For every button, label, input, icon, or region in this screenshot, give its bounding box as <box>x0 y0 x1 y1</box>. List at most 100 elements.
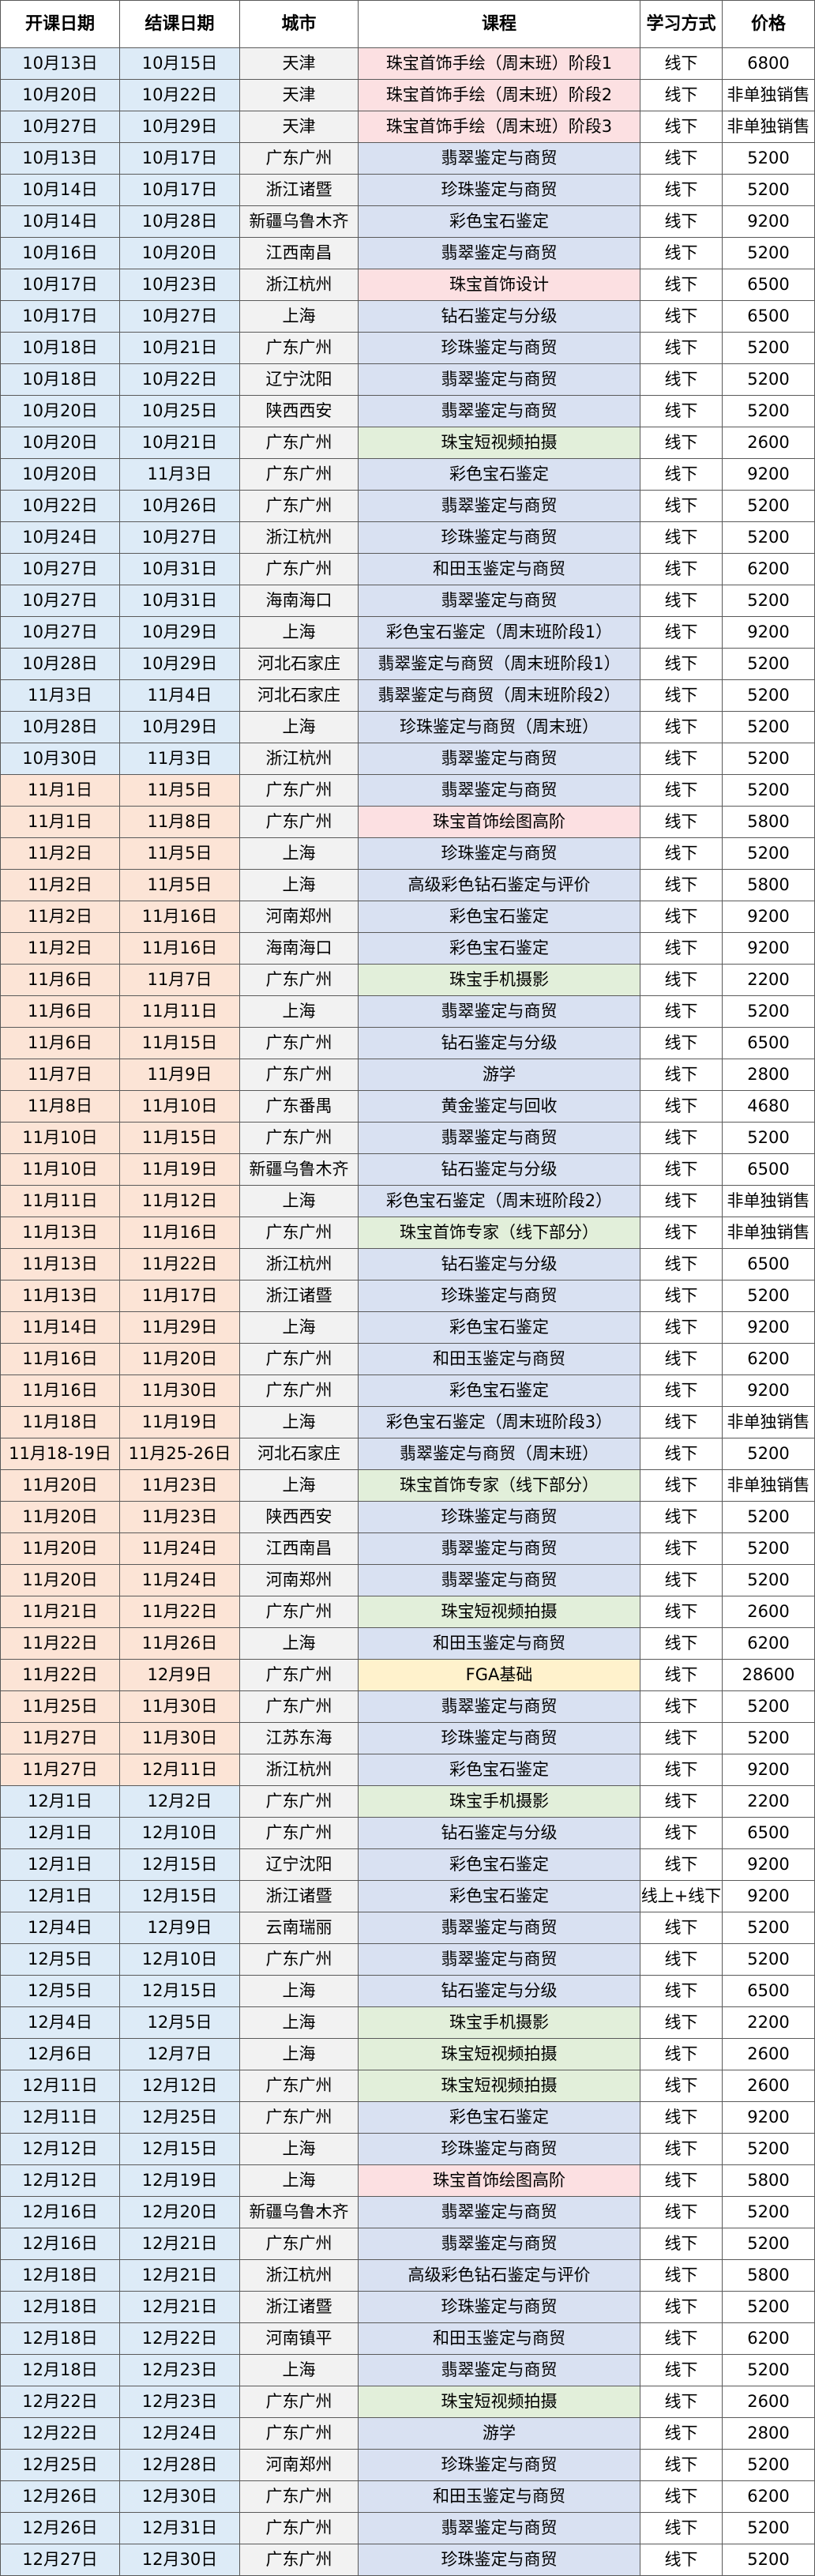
header-course: 课程 <box>359 0 640 48</box>
course-cell: 和田玉鉴定与商贸 <box>359 1344 640 1375</box>
end-date-cell: 12月12日 <box>120 2070 240 2102</box>
city-cell: 天津 <box>240 48 359 80</box>
table-row: 10月27日 10月29日 上海 彩色宝石鉴定（周末班阶段1） 线下 9200 <box>0 617 815 649</box>
table-row: 12月18日 12月21日 浙江诸暨 珍珠鉴定与商贸 线下 5200 <box>0 2292 815 2323</box>
price-cell: 5200 <box>723 2450 815 2481</box>
table-row: 12月16日 12月20日 新疆乌鲁木齐 翡翠鉴定与商贸 线下 5200 <box>0 2197 815 2228</box>
price-cell: 2600 <box>723 1596 815 1628</box>
course-cell: 翡翠鉴定与商贸 <box>359 1123 640 1154</box>
city-cell: 广东广州 <box>240 965 359 996</box>
start-date-cell: 12月12日 <box>0 2134 120 2165</box>
price-cell: 非单独销售 <box>723 1217 815 1249</box>
study-mode-cell: 线下 <box>640 1375 723 1407</box>
price-cell: 非单独销售 <box>723 80 815 111</box>
course-cell: 珠宝手机摄影 <box>359 965 640 996</box>
end-date-cell: 10月29日 <box>120 111 240 143</box>
end-date-cell: 11月16日 <box>120 933 240 965</box>
start-date-cell: 10月18日 <box>0 364 120 396</box>
table-row: 11月14日 11月29日 上海 彩色宝石鉴定 线下 9200 <box>0 1312 815 1344</box>
table-row: 11月20日 11月24日 河南郑州 翡翠鉴定与商贸 线下 5200 <box>0 1565 815 1596</box>
city-cell: 广东广州 <box>240 1660 359 1691</box>
end-date-cell: 10月26日 <box>120 491 240 522</box>
course-cell: 珠宝短视频拍摄 <box>359 2070 640 2102</box>
city-cell: 广东广州 <box>240 2070 359 2102</box>
course-cell: 珠宝首饰专家（线下部分） <box>359 1470 640 1502</box>
table-row: 10月20日 10月21日 广东广州 珠宝短视频拍摄 线下 2600 <box>0 427 815 459</box>
start-date-cell: 12月26日 <box>0 2481 120 2513</box>
end-date-cell: 11月22日 <box>120 1249 240 1280</box>
table-row: 10月28日 10月29日 河北石家庄 翡翠鉴定与商贸（周末班阶段1） 线下 5200 <box>0 649 815 680</box>
start-date-cell: 11月22日 <box>0 1660 120 1691</box>
table-row: 11月21日 11月22日 广东广州 珠宝短视频拍摄 线下 2600 <box>0 1596 815 1628</box>
course-cell: 翡翠鉴定与商贸 <box>359 1944 640 1976</box>
price-cell: 5800 <box>723 2165 815 2197</box>
course-cell: FGA基础 <box>359 1660 640 1691</box>
start-date-cell: 11月14日 <box>0 1312 120 1344</box>
end-date-cell: 11月30日 <box>120 1691 240 1723</box>
study-mode-cell: 线下 <box>640 1091 723 1123</box>
course-cell: 钻石鉴定与分级 <box>359 1976 640 2007</box>
price-cell: 9200 <box>723 1312 815 1344</box>
table-row: 10月22日 10月26日 广东广州 翡翠鉴定与商贸 线下 5200 <box>0 491 815 522</box>
city-cell: 辽宁沈阳 <box>240 364 359 396</box>
course-cell: 珍珠鉴定与商贸 <box>359 175 640 206</box>
course-cell: 珍珠鉴定与商贸 <box>359 333 640 364</box>
table-row: 12月22日 12月23日 广东广州 珠宝短视频拍摄 线下 2600 <box>0 2386 815 2418</box>
course-cell: 翡翠鉴定与商贸 <box>359 1565 640 1596</box>
city-cell: 广东广州 <box>240 1344 359 1375</box>
start-date-cell: 12月5日 <box>0 1944 120 1976</box>
course-cell: 翡翠鉴定与商贸 <box>359 1912 640 1944</box>
end-date-cell: 11月3日 <box>120 459 240 491</box>
start-date-cell: 12月1日 <box>0 1818 120 1849</box>
table-row: 11月13日 11月22日 浙江杭州 钻石鉴定与分级 线下 6500 <box>0 1249 815 1280</box>
study-mode-cell: 线下 <box>640 459 723 491</box>
price-cell: 6500 <box>723 301 815 333</box>
study-mode-cell: 线下 <box>640 301 723 333</box>
course-cell: 钻石鉴定与分级 <box>359 301 640 333</box>
start-date-cell: 10月24日 <box>0 522 120 554</box>
study-mode-cell: 线下 <box>640 2323 723 2355</box>
course-cell: 高级彩色钻石鉴定与评价 <box>359 870 640 901</box>
start-date-cell: 11月25日 <box>0 1691 120 1723</box>
table-row: 12月6日 12月7日 上海 珠宝短视频拍摄 线下 2600 <box>0 2039 815 2070</box>
city-cell: 广东广州 <box>240 1944 359 1976</box>
price-cell: 5200 <box>723 1123 815 1154</box>
city-cell: 广东广州 <box>240 2102 359 2134</box>
table-row: 12月16日 12月21日 广东广州 翡翠鉴定与商贸 线下 5200 <box>0 2228 815 2260</box>
city-cell: 上海 <box>240 2355 359 2386</box>
start-date-cell: 12月16日 <box>0 2197 120 2228</box>
table-row: 10月13日 10月15日 天津 珠宝首饰手绘（周末班）阶段1 线下 6800 <box>0 48 815 80</box>
price-cell: 5200 <box>723 333 815 364</box>
end-date-cell: 11月16日 <box>120 901 240 933</box>
price-cell: 5200 <box>723 522 815 554</box>
city-cell: 广东广州 <box>240 143 359 175</box>
price-cell: 5200 <box>723 1280 815 1312</box>
start-date-cell: 11月20日 <box>0 1502 120 1533</box>
start-date-cell: 12月27日 <box>0 2544 120 2576</box>
start-date-cell: 11月13日 <box>0 1217 120 1249</box>
city-cell: 河南郑州 <box>240 2450 359 2481</box>
city-cell: 广东广州 <box>240 427 359 459</box>
end-date-cell: 12月21日 <box>120 2292 240 2323</box>
end-date-cell: 11月5日 <box>120 775 240 807</box>
start-date-cell: 11月7日 <box>0 1059 120 1091</box>
study-mode-cell: 线下 <box>640 1944 723 1976</box>
start-date-cell: 11月16日 <box>0 1344 120 1375</box>
price-cell: 2800 <box>723 1059 815 1091</box>
start-date-cell: 12月5日 <box>0 1976 120 2007</box>
course-cell: 彩色宝石鉴定 <box>359 901 640 933</box>
header-price: 价格 <box>723 0 815 48</box>
start-date-cell: 10月20日 <box>0 396 120 427</box>
end-date-cell: 10月27日 <box>120 522 240 554</box>
end-date-cell: 11月11日 <box>120 996 240 1028</box>
start-date-cell: 12月11日 <box>0 2070 120 2102</box>
city-cell: 辽宁沈阳 <box>240 1849 359 1881</box>
start-date-cell: 11月16日 <box>0 1375 120 1407</box>
price-cell: 2600 <box>723 427 815 459</box>
start-date-cell: 11月13日 <box>0 1280 120 1312</box>
course-cell: 珍珠鉴定与商贸 <box>359 838 640 870</box>
city-cell: 上海 <box>240 1312 359 1344</box>
price-cell: 5200 <box>723 1533 815 1565</box>
course-cell: 珠宝短视频拍摄 <box>359 427 640 459</box>
price-cell: 5200 <box>723 743 815 775</box>
